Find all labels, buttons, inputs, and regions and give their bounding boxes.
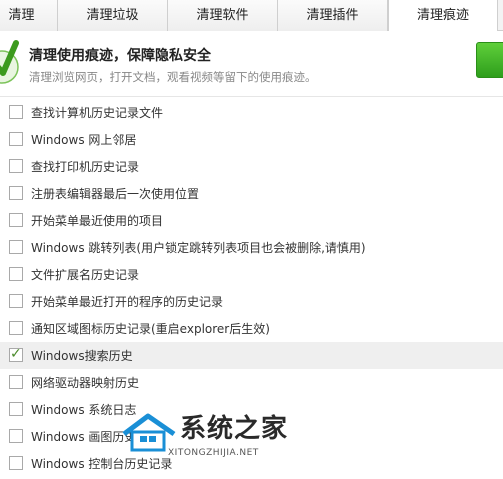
list-item[interactable]: ✓查找打印机历史记录 (0, 153, 503, 180)
tab-clean-software[interactable]: 清理软件 (168, 0, 278, 31)
checkbox[interactable]: ✓ (9, 294, 23, 308)
checkbox[interactable]: ✓ (9, 402, 23, 416)
tab-clean-traces[interactable]: 清理痕迹 (388, 0, 498, 32)
checkmark-icon: ✓ (10, 346, 22, 362)
tab-clean-junk[interactable]: 清理垃圾 (58, 0, 168, 31)
tab-bar: 清理 清理垃圾 清理软件 清理插件 清理痕迹 (0, 0, 503, 32)
green-check-icon (0, 40, 19, 84)
watermark-title: 系统之家 (180, 414, 289, 444)
checkbox[interactable]: ✓ (9, 429, 23, 443)
watermark-subtitle: XITONGZHIJIA.NET (168, 448, 259, 458)
checkbox[interactable]: ✓ (9, 105, 23, 119)
list-item[interactable]: ✓开始菜单最近使用的项目 (0, 207, 503, 234)
watermark-logo: 系统之家 XITONGZHIJIA.NET (120, 408, 310, 468)
tab-clean-plugins[interactable]: 清理插件 (278, 0, 388, 31)
start-clean-button[interactable] (476, 42, 503, 78)
checkbox[interactable]: ✓ (9, 159, 23, 173)
list-item[interactable]: ✓Windows 网上邻居 (0, 126, 503, 153)
banner: 清理使用痕迹，保障隐私安全 清理浏览网页，打开文档，观看视频等留下的使用痕迹。 (0, 31, 503, 91)
tab-clean[interactable]: 清理 (0, 0, 58, 31)
checkbox[interactable]: ✓ (9, 321, 23, 335)
divider (0, 96, 503, 97)
checkbox[interactable]: ✓ (9, 267, 23, 281)
house-logo-icon (122, 413, 176, 452)
checkbox[interactable]: ✓ (9, 132, 23, 146)
list-item[interactable]: ✓Windows 跳转列表(用户锁定跳转列表项目也会被删除,请慎用) (0, 234, 503, 261)
list-item[interactable]: ✓开始菜单最近打开的程序的历史记录 (0, 288, 503, 315)
checkbox[interactable]: ✓ (9, 456, 23, 470)
checkbox[interactable]: ✓ (9, 213, 23, 227)
checkbox[interactable]: ✓ (9, 240, 23, 254)
checkbox[interactable]: ✓ (9, 375, 23, 389)
list-item[interactable]: ✓网络驱动器映射历史 (0, 369, 503, 396)
list-item[interactable]: ✓通知区域图标历史记录(重启explorer后生效) (0, 315, 503, 342)
checkbox[interactable]: ✓ (9, 346, 23, 362)
banner-description: 清理浏览网页，打开文档，观看视频等留下的使用痕迹。 (29, 70, 317, 84)
list-item[interactable]: ✓查找计算机历史记录文件 (0, 99, 503, 126)
banner-title: 清理使用痕迹，保障隐私安全 (29, 48, 211, 64)
list-item-selected[interactable]: ✓ Windows搜索历史 (0, 342, 503, 369)
list-item[interactable]: ✓注册表编辑器最后一次使用位置 (0, 180, 503, 207)
checkbox[interactable]: ✓ (9, 186, 23, 200)
list-item[interactable]: ✓文件扩展名历史记录 (0, 261, 503, 288)
